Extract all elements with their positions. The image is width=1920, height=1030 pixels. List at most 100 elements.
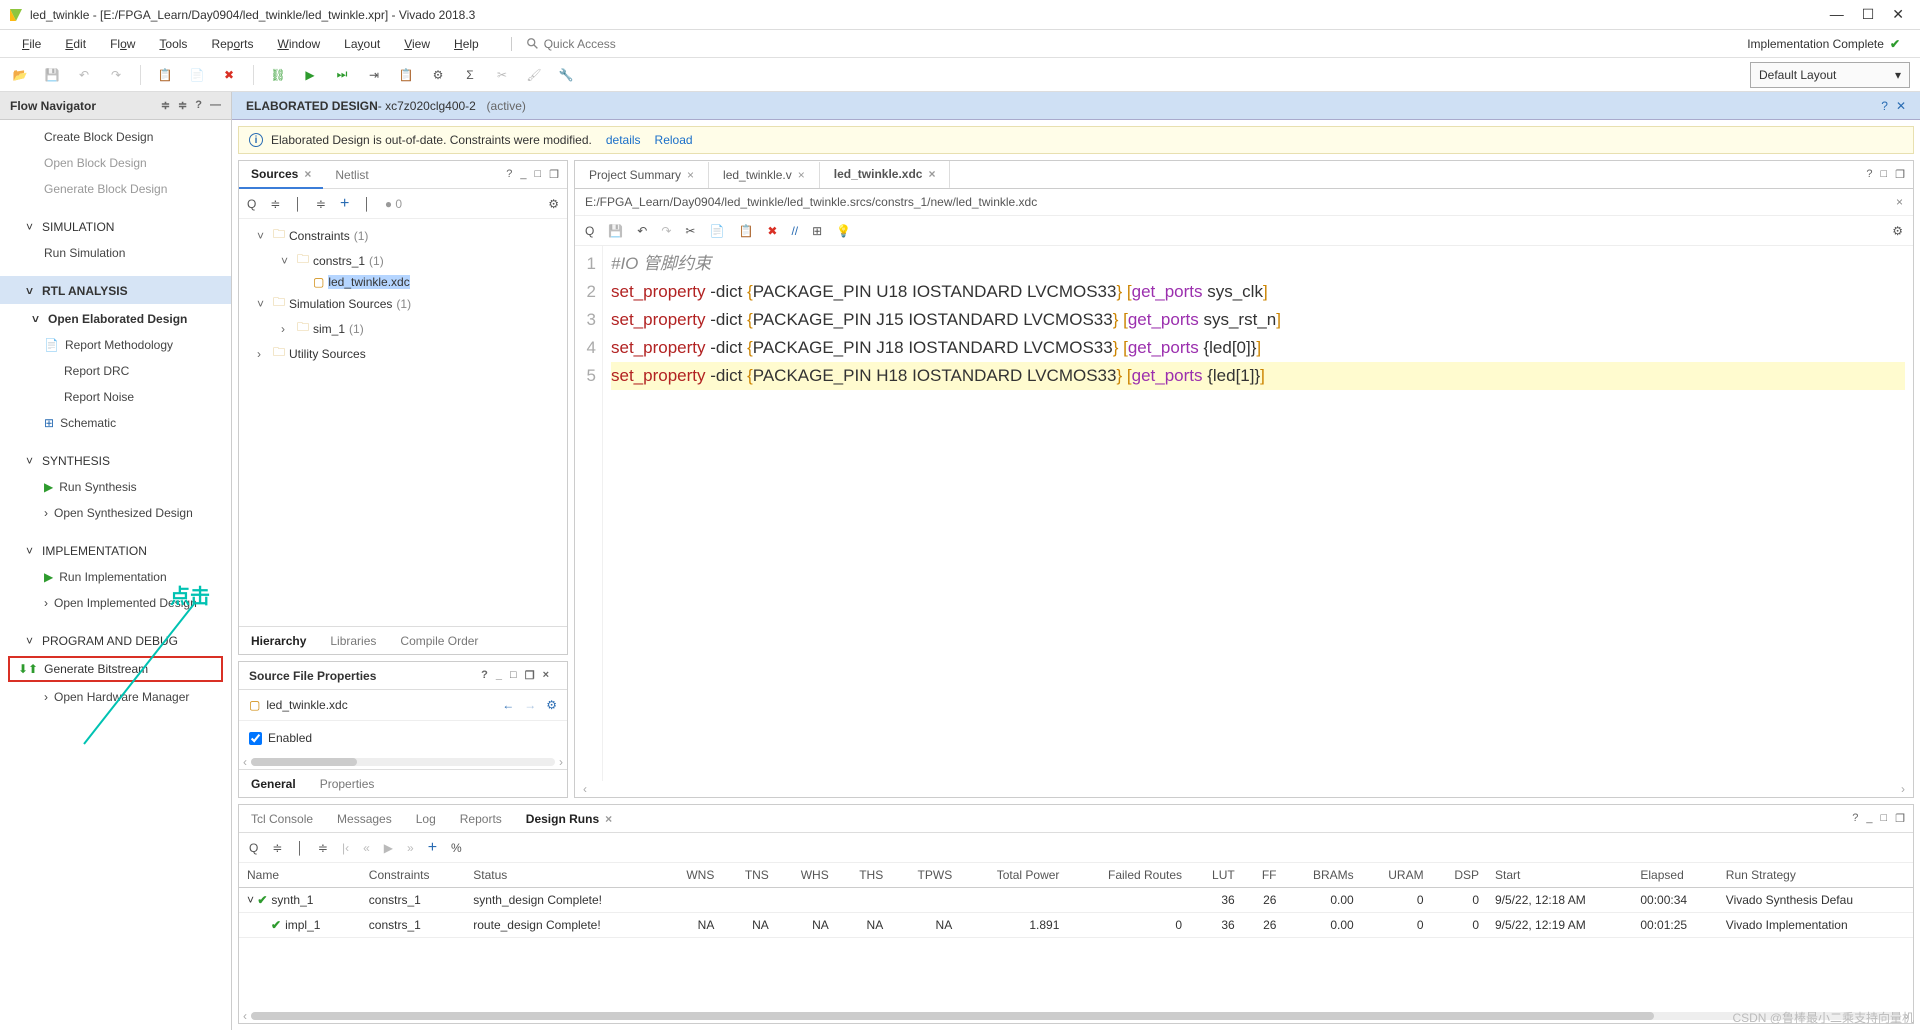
tab-tcl[interactable]: Tcl Console: [239, 806, 325, 832]
menu-icon[interactable]: —: [210, 99, 221, 112]
undo-icon[interactable]: ↶: [637, 224, 647, 238]
implementation-section[interactable]: ˅IMPLEMENTATION: [0, 536, 231, 564]
rtl-section[interactable]: ˅RTL ANALYSIS: [0, 276, 231, 304]
menu-view[interactable]: View: [392, 33, 442, 55]
help-icon[interactable]: ?: [481, 669, 488, 682]
copy-icon[interactable]: 📋: [155, 65, 175, 85]
generate-block-design[interactable]: Generate Block Design: [0, 176, 231, 202]
tab-project-summary[interactable]: Project Summary×: [575, 162, 709, 188]
menu-window[interactable]: Window: [265, 33, 332, 55]
collapse-icon[interactable]: ≑: [270, 197, 280, 211]
minimize-icon[interactable]: _: [1866, 812, 1872, 825]
comment-icon[interactable]: //: [791, 224, 798, 238]
copy-icon[interactable]: 📄: [709, 224, 724, 238]
generate-bitstream[interactable]: ⬇⬆Generate Bitstream: [8, 656, 223, 682]
menu-file[interactable]: File: [10, 33, 53, 55]
close-icon[interactable]: ×: [687, 168, 694, 182]
format-icon[interactable]: ⊞: [812, 224, 822, 238]
tab-netlist[interactable]: Netlist: [323, 162, 380, 188]
open-icon[interactable]: 📂: [10, 65, 30, 85]
program-debug-section[interactable]: ˅PROGRAM AND DEBUG: [0, 626, 231, 654]
expand-icon[interactable]: ≑: [316, 197, 326, 211]
filter-icon[interactable]: ≑: [318, 841, 328, 855]
menu-flow[interactable]: Flow: [98, 33, 147, 55]
close-icon[interactable]: ×: [798, 168, 805, 182]
help-icon[interactable]: ?: [195, 99, 202, 112]
search-icon[interactable]: Q: [247, 197, 256, 211]
close-button[interactable]: ✕: [1892, 6, 1904, 23]
code-editor[interactable]: 12345 #IO 管脚约束 set_property -dict {PACKA…: [575, 246, 1913, 781]
menu-reports[interactable]: Reports: [199, 33, 265, 55]
run-implementation[interactable]: ▶Run Implementation: [0, 564, 231, 590]
run-synthesis[interactable]: ▶Run Synthesis: [0, 474, 231, 500]
link-icon[interactable]: ⛓: [268, 65, 288, 85]
open-synthesized-design[interactable]: ›Open Synthesized Design: [0, 500, 231, 526]
open-block-design[interactable]: Open Block Design: [0, 150, 231, 176]
close-tab-icon[interactable]: ×: [304, 167, 311, 181]
maximize-icon[interactable]: □: [1880, 168, 1887, 181]
minimize-icon[interactable]: _: [496, 669, 502, 682]
cancel-icon[interactable]: ✖: [219, 65, 239, 85]
tab-reports[interactable]: Reports: [448, 806, 514, 832]
details-link[interactable]: details: [606, 133, 641, 147]
run-simulation[interactable]: Run Simulation: [0, 240, 231, 266]
forward-icon[interactable]: →: [524, 698, 536, 712]
help-icon[interactable]: ?: [1866, 168, 1872, 181]
file-xdc[interactable]: ▢led_twinkle.xdc: [239, 273, 567, 291]
help-icon[interactable]: ?: [1881, 99, 1888, 113]
tab-properties[interactable]: Properties: [308, 771, 387, 797]
cut-icon[interactable]: ✂: [685, 224, 695, 238]
open-elaborated-design[interactable]: ˅Open Elaborated Design: [0, 304, 231, 332]
table-row[interactable]: ✔impl_1 constrs_1route_design Complete! …: [239, 913, 1913, 938]
report-methodology[interactable]: 📄Report Methodology: [0, 332, 231, 358]
step-icon[interactable]: ⏭: [332, 65, 352, 85]
reload-link[interactable]: Reload: [655, 133, 693, 147]
enabled-checkbox[interactable]: Enabled: [249, 731, 557, 745]
search-icon[interactable]: Q: [249, 841, 258, 855]
schematic[interactable]: ⊞Schematic: [0, 410, 231, 436]
tab-design-runs[interactable]: Design Runs×: [514, 806, 624, 832]
menu-tools[interactable]: Tools: [147, 33, 199, 55]
stop-icon[interactable]: ⇥: [364, 65, 384, 85]
tab-log[interactable]: Log: [404, 806, 448, 832]
maximize-icon[interactable]: □: [1880, 812, 1887, 825]
close-icon[interactable]: ×: [1896, 195, 1903, 209]
next-icon[interactable]: »: [407, 841, 414, 855]
add-icon[interactable]: +: [340, 195, 349, 213]
tab-hierarchy[interactable]: Hierarchy: [239, 628, 318, 654]
restore-icon[interactable]: ❐: [1895, 168, 1905, 181]
tab-compile-order[interactable]: Compile Order: [388, 628, 490, 654]
back-icon[interactable]: ←: [502, 698, 514, 712]
report-drc[interactable]: Report DRC: [0, 358, 231, 384]
close-icon[interactable]: ×: [928, 167, 935, 181]
restore-icon[interactable]: ❐: [1895, 812, 1905, 825]
bulb-icon[interactable]: 💡: [836, 224, 851, 238]
close-icon[interactable]: ✕: [1896, 99, 1906, 113]
gear-icon[interactable]: ⚙: [546, 698, 557, 712]
maximize-icon[interactable]: □: [534, 168, 541, 181]
run-icon[interactable]: ▶: [300, 65, 320, 85]
play-icon[interactable]: ▶: [384, 841, 393, 855]
first-icon[interactable]: |‹: [342, 841, 349, 855]
prev-icon[interactable]: «: [363, 841, 370, 855]
restore-icon[interactable]: ❐: [525, 669, 535, 682]
minimize-button[interactable]: —: [1830, 6, 1844, 23]
undo-icon[interactable]: ↶: [74, 65, 94, 85]
minimize-icon[interactable]: _: [520, 168, 526, 181]
delete-icon[interactable]: ✖: [767, 224, 777, 238]
menu-edit[interactable]: Edit: [53, 33, 98, 55]
collapse-icon[interactable]: ≑: [161, 99, 170, 112]
add-icon[interactable]: +: [428, 839, 437, 857]
percent-icon[interactable]: %: [451, 841, 462, 855]
help-icon[interactable]: ?: [506, 168, 512, 181]
tab-led-twinkle-xdc[interactable]: led_twinkle.xdc×: [820, 161, 951, 189]
sources-tree[interactable]: ˅🗀Constraints (1) ˅🗀constrs_1 (1) ▢led_t…: [239, 219, 567, 626]
tab-sources[interactable]: Sources×: [239, 161, 323, 189]
maximize-icon[interactable]: □: [510, 669, 517, 682]
menu-layout[interactable]: Layout: [332, 33, 392, 55]
create-block-design[interactable]: Create Block Design: [0, 124, 231, 150]
tab-libraries[interactable]: Libraries: [318, 628, 388, 654]
clipboard-icon[interactable]: 📋: [396, 65, 416, 85]
brush-icon[interactable]: 🖌: [524, 65, 544, 85]
wrench-icon[interactable]: 🔧: [556, 65, 576, 85]
